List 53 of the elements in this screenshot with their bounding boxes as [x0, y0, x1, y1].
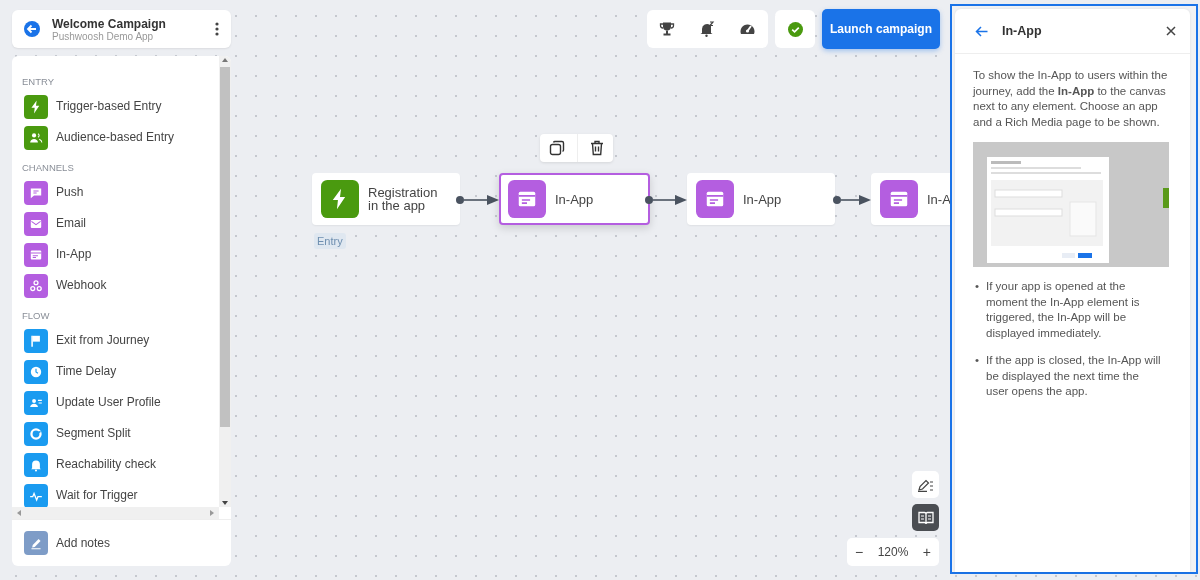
back-arrow-icon[interactable]: [975, 25, 988, 37]
launch-campaign-button[interactable]: Launch campaign: [822, 9, 940, 49]
palette-item[interactable]: Update User Profile: [22, 387, 219, 418]
zoom-out-button[interactable]: −: [855, 544, 864, 560]
copy-icon[interactable]: [549, 140, 565, 156]
bell-icon[interactable]: [699, 21, 715, 37]
section-heading: CHANNELS: [22, 161, 75, 175]
palette-item[interactable]: Reachability check: [22, 449, 219, 480]
app-name: Pushwoosh Demo App: [52, 30, 154, 42]
palette-item[interactable]: Segment Split: [22, 418, 219, 449]
zoom-level: 120%: [877, 545, 909, 559]
section-heading: ENTRY: [22, 75, 56, 89]
entry-tag: Entry: [314, 233, 346, 249]
connector-arrow: [645, 195, 687, 205]
help-bullet: If the app is closed, the In-App will be displayed the next time the user opens the app.: [986, 353, 1162, 399]
close-icon[interactable]: [1166, 26, 1176, 36]
scroll-up-icon[interactable]: [221, 56, 229, 64]
bullet-mark: •: [975, 353, 980, 368]
journey-node[interactable]: In-App: [499, 173, 650, 225]
section-heading: FLOW: [22, 309, 51, 323]
palette-item[interactable]: Exit from Journey: [22, 325, 219, 356]
more-menu-icon[interactable]: [215, 22, 219, 36]
journey-node[interactable]: In-A: [871, 173, 950, 225]
help-bullet: If your app is opened at the moment the In-App element is triggered, the In-App will be displayed immediately.: [986, 279, 1141, 341]
bullet-mark: •: [975, 279, 980, 294]
back-icon[interactable]: [24, 21, 40, 37]
connector-arrow: [833, 195, 871, 205]
zoom-in-button[interactable]: +: [922, 544, 931, 560]
panel-title: In-App: [1002, 24, 1043, 38]
guide-button[interactable]: [912, 504, 939, 531]
pencil-list-icon: [916, 477, 935, 492]
palette-item[interactable]: Trigger-based Entry: [22, 91, 219, 122]
journey-node[interactable]: In-App: [687, 173, 835, 225]
palette-item[interactable]: In-App: [22, 239, 219, 270]
palette-item[interactable]: Audience-based Entry: [22, 122, 219, 153]
palette-item[interactable]: Time Delay: [22, 356, 219, 387]
palette-item[interactable]: Email: [22, 208, 219, 239]
campaign-title: Welcome Campaign: [52, 16, 167, 31]
check-icon[interactable]: [787, 21, 803, 37]
add-notes-item[interactable]: Add notes: [12, 519, 231, 566]
trophy-icon[interactable]: [659, 21, 675, 37]
palette-item[interactable]: Wait for Trigger: [22, 480, 219, 507]
book-icon: [917, 510, 934, 525]
vertical-scrollbar[interactable]: [219, 56, 231, 507]
palette-item[interactable]: Push: [22, 177, 219, 208]
help-intro: To show the In-App to users within the journey, add the In-App to the canvas next to any element. Choose an app and a Rich Media page to be shown.: [973, 68, 1169, 130]
connector-arrow: [456, 195, 499, 205]
notes-button[interactable]: [912, 471, 939, 498]
scroll-down-icon[interactable]: [221, 499, 229, 507]
gauge-icon[interactable]: [739, 21, 756, 37]
journey-node[interactable]: Registration in the app: [312, 173, 460, 225]
trash-icon[interactable]: [590, 140, 604, 156]
palette-item[interactable]: Webhook: [22, 270, 219, 301]
